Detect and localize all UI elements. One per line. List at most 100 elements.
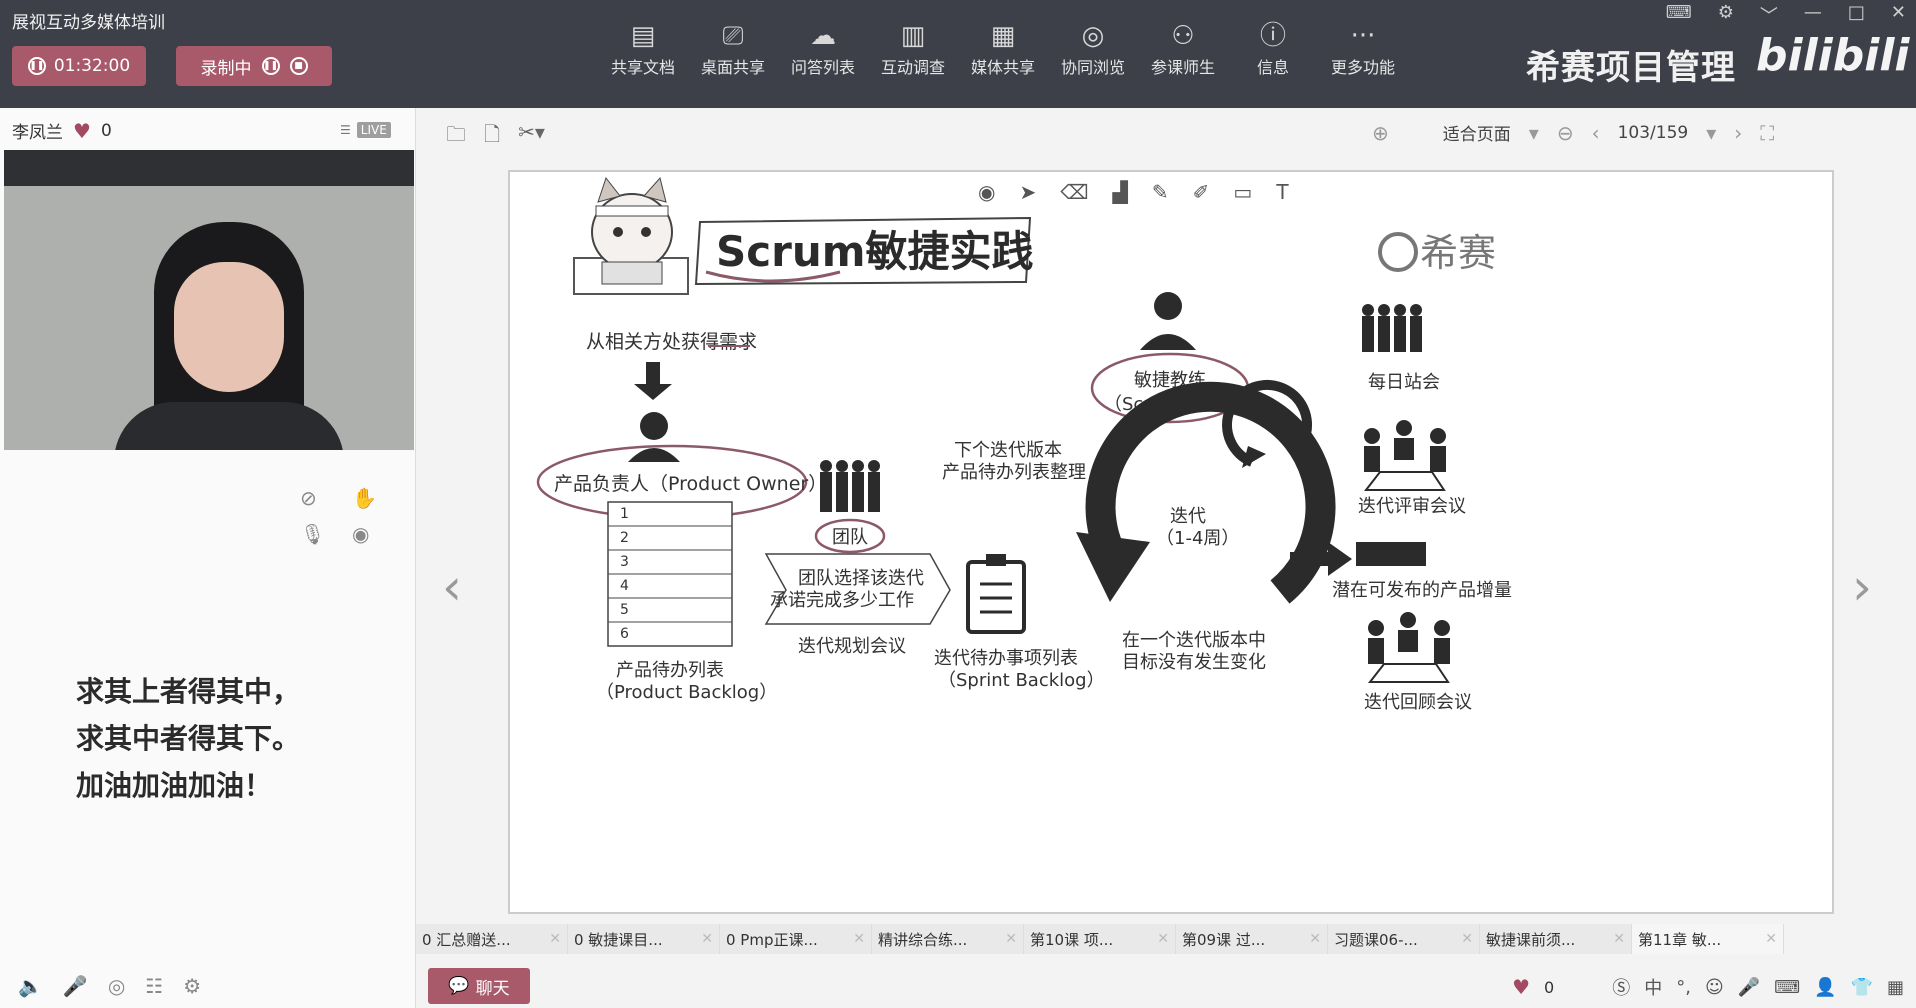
page-dropdown-icon[interactable]: ▾	[1706, 121, 1716, 145]
page-indicator[interactable]: 103/159	[1618, 123, 1689, 143]
list-icon[interactable]: ☰	[340, 123, 351, 137]
file-icon[interactable]: 🗋	[484, 120, 500, 154]
punctuation-icon[interactable]: °,	[1676, 977, 1691, 998]
folder-icon[interactable]: 🗀	[446, 120, 466, 154]
user-icon[interactable]: 👤	[1814, 977, 1836, 998]
keyboard-icon[interactable]: ⌨	[1774, 977, 1800, 998]
tab-close-icon[interactable]: ✕	[853, 931, 865, 947]
close-icon[interactable]: ✕	[1891, 2, 1906, 28]
rectangle-icon[interactable]: ▭	[1233, 180, 1252, 204]
chat-button[interactable]: 💬 聊天	[428, 968, 530, 1004]
record-dot-icon[interactable]: ◉	[978, 180, 995, 204]
doc-tab[interactable]: 精讲综合练... ✕	[872, 924, 1024, 954]
quote-line-3: 加油加油加油！	[76, 769, 273, 802]
tab-close-icon[interactable]: ✕	[701, 931, 713, 947]
bar-chart-icon: ▥	[900, 21, 926, 51]
toolbar-info[interactable]: ⓘ 信息	[1228, 18, 1318, 78]
camera-icon[interactable]: ◎	[108, 974, 125, 998]
scissors-icon[interactable]: ✂▾	[518, 120, 545, 154]
ime-chinese-icon[interactable]: 中	[1644, 974, 1662, 1000]
zoom-in-icon[interactable]: ⊕	[1372, 121, 1389, 145]
eraser-icon[interactable]: ⌫	[1060, 180, 1088, 204]
toolbar-share-doc[interactable]: ▤ 共享文档	[598, 18, 688, 78]
gear-icon[interactable]: ⚙	[183, 974, 201, 998]
tab-close-icon[interactable]: ✕	[1613, 931, 1625, 947]
timer-value: 01:32:00	[53, 56, 131, 76]
doc-tab[interactable]: 第09课 过... ✕	[1176, 924, 1328, 954]
doc-tab[interactable]: 0 汇总赠送... ✕	[416, 924, 568, 954]
pointer-icon[interactable]: ➤	[1019, 180, 1036, 204]
fit-page-select[interactable]: 适合页面	[1443, 120, 1511, 145]
record-stop-icon[interactable]: ■	[289, 57, 308, 75]
ime-logo-icon[interactable]: Ⓢ	[1612, 974, 1630, 1000]
video-controls: ⊘ ✋ 🎙 ◉	[300, 486, 392, 546]
maximize-icon[interactable]: □	[1848, 2, 1865, 28]
tab-close-icon[interactable]: ✕	[1309, 931, 1321, 947]
record-pause-icon[interactable]: ❚❚	[261, 57, 280, 75]
people-icon: ⚇	[1171, 21, 1195, 51]
webcam-icon[interactable]: ◉	[352, 522, 392, 546]
toolbar-participants[interactable]: ⚇ 参课师生	[1138, 18, 1228, 78]
doc-tab[interactable]: 0 敏捷课目... ✕	[568, 924, 720, 954]
live-indicator: ☰ LIVE	[340, 122, 391, 138]
tab-close-icon[interactable]: ✕	[549, 931, 561, 947]
mic-icon[interactable]: 🎤	[63, 974, 88, 998]
toolbar-media-share[interactable]: ▦ 媒体共享	[958, 18, 1048, 78]
keyboard-icon[interactable]: ⌨	[1666, 2, 1692, 28]
stamp-icon[interactable]: ▟	[1113, 180, 1128, 204]
fullscreen-icon[interactable]: ⛶	[1760, 121, 1774, 145]
prev-page-icon[interactable]: ‹	[1592, 121, 1600, 145]
product-increment-label: 潜在可发布的产品增量	[1332, 580, 1512, 601]
doc-tab[interactable]: 0 Pmp正课... ✕	[720, 924, 872, 954]
doc-tab-active[interactable]: 第11章 敏... ✕	[1632, 924, 1784, 954]
chevron-down-icon[interactable]: ﹀	[1760, 2, 1778, 28]
prev-slide-arrow[interactable]: ‹	[442, 558, 462, 616]
heart-icon[interactable]: ♥	[1512, 975, 1530, 999]
text-tool-icon[interactable]: T	[1276, 180, 1288, 204]
tab-close-icon[interactable]: ✕	[1765, 931, 1777, 947]
skin-icon[interactable]: 👕	[1851, 977, 1873, 998]
record-button[interactable]: 录制中 ❚❚ ■	[176, 46, 332, 86]
product-backlog-table: 1 2 3 4 5 6	[607, 501, 733, 647]
next-page-icon[interactable]: ›	[1734, 121, 1742, 145]
chat-icon: 💬	[448, 976, 470, 996]
speaker-icon[interactable]: 🔈	[18, 974, 43, 998]
record-label: 录制中	[200, 58, 252, 79]
next-slide-arrow[interactable]: ›	[1852, 558, 1872, 616]
highlighter-icon[interactable]: ✐	[1193, 180, 1210, 204]
heart-icon[interactable]: ♥	[73, 119, 91, 143]
pen-icon[interactable]: ✎	[1152, 180, 1169, 204]
equalizer-icon[interactable]: ☷	[145, 974, 163, 998]
tab-close-icon[interactable]: ✕	[1005, 931, 1017, 947]
document-toolbar: 🗀 🗋 ✂▾ ⊕ 适合页面 ▾ ⊖ ‹ 103/159 ▾ › ⛶	[416, 108, 1916, 158]
toolbar-desktop-share[interactable]: ⎚ 桌面共享	[688, 18, 778, 78]
toolbar-co-browse[interactable]: ◎ 协同浏览	[1048, 18, 1138, 78]
toolbox-icon[interactable]: ▦	[1887, 977, 1904, 998]
microphone-icon[interactable]: 🎙	[300, 522, 340, 546]
toolbar-more[interactable]: ··· 更多功能	[1318, 18, 1408, 78]
tab-close-icon[interactable]: ✕	[1461, 931, 1473, 947]
product-increment-icon	[1356, 542, 1426, 566]
doc-tab[interactable]: 敏捷课前须... ✕	[1480, 924, 1632, 954]
dropdown-icon[interactable]: ▾	[1529, 121, 1539, 145]
tab-close-icon[interactable]: ✕	[1157, 931, 1169, 947]
camera-off-icon[interactable]: ⊘	[300, 486, 340, 510]
toolbar-survey[interactable]: ▥ 互动调查	[868, 18, 958, 78]
quote-line-1: 求其上者得其中，	[76, 675, 301, 708]
retro-meeting-icon	[1367, 612, 1450, 683]
settings-icon[interactable]: ⚙	[1718, 2, 1734, 28]
emoji-icon[interactable]: ☺	[1705, 977, 1724, 998]
motivational-quote: 求其上者得其中， 求其中者得其下。 加油加油加油！	[76, 668, 300, 809]
scrum-diagram: Scrum敏捷实践 希赛 从相关方处获得需求 产品负责人（Product Own…	[536, 176, 1512, 713]
voice-input-icon[interactable]: 🎤	[1738, 977, 1760, 998]
toolbar-qa-list[interactable]: ☁ 问答列表	[778, 18, 868, 78]
minimize-icon[interactable]: —	[1804, 2, 1822, 28]
timer-button[interactable]: ❚❚ 01:32:00	[12, 46, 146, 86]
chat-label: 聊天	[475, 978, 510, 999]
annotation-toolbar: ◉ ➤ ⌫ ▟ ✎ ✐ ▭ T	[970, 176, 1297, 208]
doc-tab[interactable]: 第10课 项... ✕	[1024, 924, 1176, 954]
hand-icon[interactable]: ✋	[352, 486, 392, 510]
doc-tab[interactable]: 习题课06-... ✕	[1328, 924, 1480, 954]
zoom-out-icon[interactable]: ⊖	[1557, 121, 1574, 145]
info-icon: ⓘ	[1259, 21, 1286, 51]
